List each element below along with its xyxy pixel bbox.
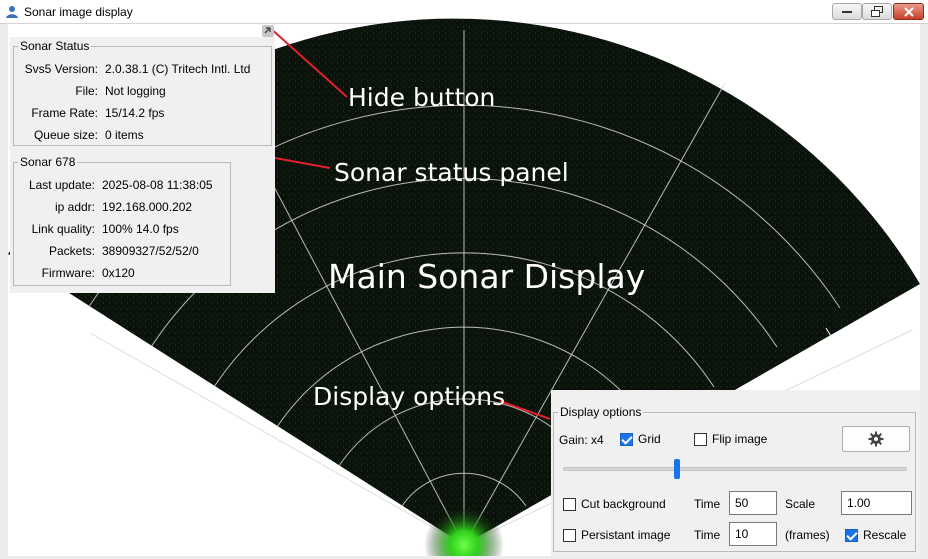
annotation-main-display: Main Sonar Display (328, 257, 646, 296)
sonar-status-title: Sonar Status (18, 39, 92, 53)
device-value: 2025-08-08 11:38:05 (102, 178, 213, 192)
time-frames-label: Time (694, 528, 721, 542)
device-key: Link quality: (31, 222, 95, 236)
sonar-status-group: Sonar Status Svs5 Version: 2.0.38.1 (C) … (13, 39, 272, 146)
device-value: 192.168.000.202 (102, 200, 193, 214)
device-key: Packets: (48, 244, 95, 258)
device-key: Firmware: (41, 266, 95, 280)
scale-label: Scale (785, 497, 816, 511)
cut-background-label: Cut background (581, 497, 666, 511)
status-value: 2.0.38.1 (C) Tritech Intl. Ltd (105, 62, 251, 76)
rescale-label: Rescale (863, 528, 907, 542)
display-options-title: Display options (558, 405, 644, 419)
status-key: Svs5 Version: (24, 62, 98, 76)
annotation-status-panel: Sonar status panel (334, 158, 569, 187)
annotation-display-options: Display options (313, 382, 506, 411)
time-input[interactable] (729, 491, 777, 515)
gear-icon (868, 431, 884, 447)
hide-chevron-icon (262, 25, 274, 37)
flip-image-check-box[interactable] (694, 432, 707, 446)
sonar-status-panel: Sonar Status Svs5 Version: 2.0.38.1 (C) … (10, 37, 275, 293)
grid-check-box[interactable] (620, 432, 633, 446)
scale-input[interactable] (841, 491, 912, 515)
device-value: 100% 14.0 fps (102, 222, 179, 236)
device-value: 38909327/52/52/0 (102, 244, 199, 258)
rescale-check-box[interactable] (845, 528, 858, 542)
persistent-image-check-box[interactable] (563, 528, 576, 542)
persistent-image-label: Persistant image (581, 528, 671, 542)
status-value: 15/14.2 fps (105, 106, 165, 120)
status-key: Frame Rate: (31, 106, 98, 120)
persistent-image-checkbox[interactable]: Persistant image (563, 528, 670, 542)
time-frames-input[interactable] (729, 522, 777, 546)
status-value: Not logging (105, 84, 166, 98)
gain-slider-thumb[interactable] (673, 459, 680, 479)
cut-background-check-box[interactable] (563, 497, 576, 511)
gain-label: Gain: x4 (559, 433, 604, 447)
frames-label: (frames) (785, 528, 830, 542)
flip-image-label: Flip image (712, 432, 768, 446)
cut-background-checkbox[interactable]: Cut background (563, 497, 666, 511)
hide-status-panel-button[interactable] (262, 25, 274, 37)
range-label: 40.0m (818, 343, 852, 357)
sonar-device-title: Sonar 678 (18, 155, 78, 169)
annotation-hide-button: Hide button (348, 83, 496, 112)
grid-label: Grid (638, 432, 661, 446)
device-value: 0x120 (102, 266, 135, 280)
flip-image-checkbox[interactable]: Flip image (694, 432, 767, 446)
status-key: File: (75, 84, 98, 98)
time-label: Time (694, 497, 721, 511)
settings-button[interactable] (842, 426, 910, 452)
rescale-checkbox[interactable]: Rescale (845, 528, 906, 542)
display-options-panel: Display options Gain: x4 Grid Flip image (551, 390, 920, 556)
gain-slider-track[interactable] (563, 467, 907, 471)
status-key: Queue size: (33, 128, 98, 142)
device-key: ip addr: (54, 200, 95, 214)
inner-range-label: 1 (543, 505, 550, 519)
status-value: 0 items (105, 128, 144, 142)
grid-checkbox[interactable]: Grid (620, 432, 661, 446)
device-key: Last update: (28, 178, 95, 192)
sonar-device-group: Sonar 678 Last update: 2025-08-08 11:38:… (13, 155, 231, 286)
